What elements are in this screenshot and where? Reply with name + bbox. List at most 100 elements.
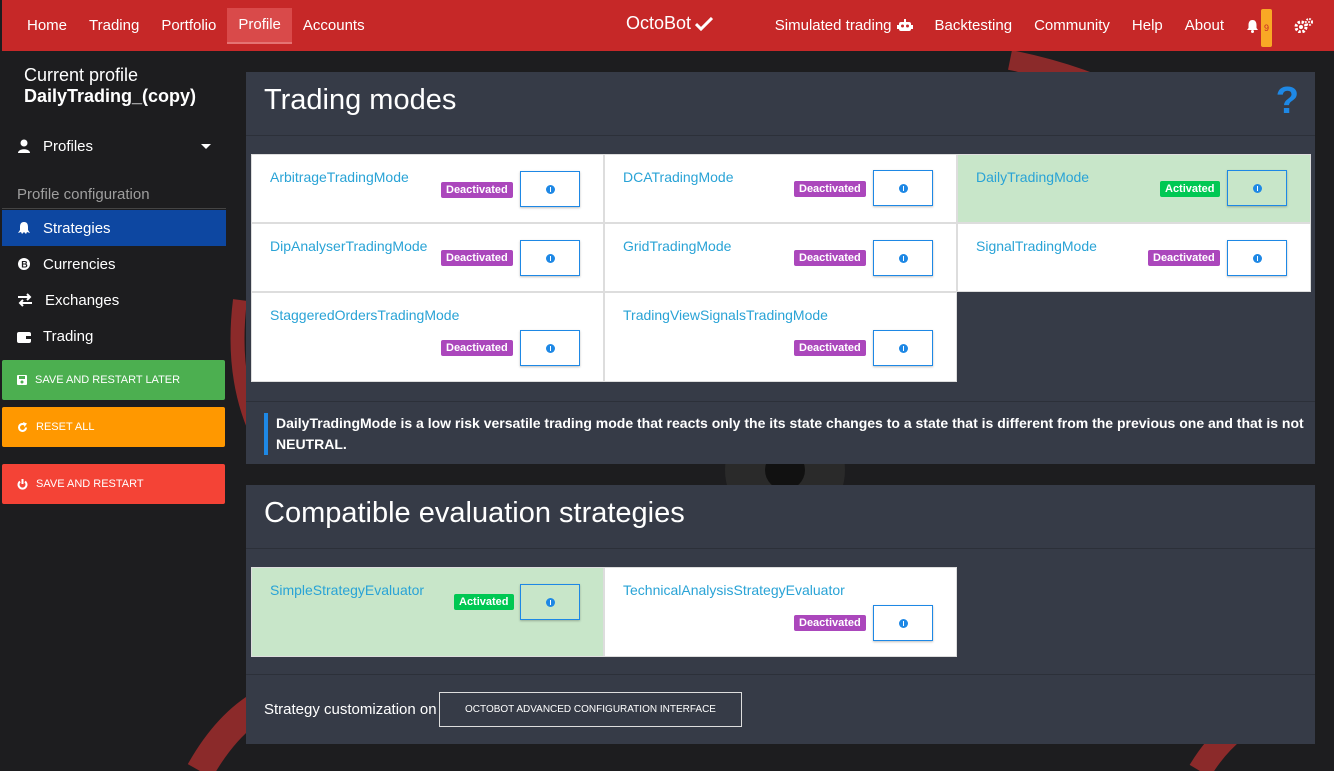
info-button[interactable] xyxy=(520,240,580,276)
sidebar-item-label: Currencies xyxy=(43,255,116,273)
tile-dca-trading-mode[interactable]: DCATradingMode Deactivated xyxy=(604,154,957,223)
tile-simple-strategy-evaluator[interactable]: SimpleStrategyEvaluator Activated xyxy=(251,567,604,657)
info-button[interactable] xyxy=(520,330,580,366)
trading-mode-description: DailyTradingMode is a low risk versatile… xyxy=(246,401,1315,464)
top-navbar: Home Trading Portfolio Profile Accounts … xyxy=(2,0,1334,51)
tile-grid-trading-mode[interactable]: GridTradingMode Deactivated xyxy=(604,223,957,292)
nav-accounts[interactable]: Accounts xyxy=(292,8,376,44)
nav-home[interactable]: Home xyxy=(16,8,78,44)
info-icon xyxy=(899,254,908,263)
reset-all-button[interactable]: RESET ALL xyxy=(2,407,225,447)
info-icon xyxy=(546,344,555,353)
strategy-name-link[interactable]: TechnicalAnalysisStrategyEvaluator xyxy=(623,582,845,598)
octopus-icon xyxy=(18,222,30,234)
save-and-restart-later-button[interactable]: SAVE AND RESTART LATER xyxy=(2,360,225,400)
profiles-dropdown[interactable]: Profiles xyxy=(2,128,226,164)
description-text: DailyTradingMode is a low risk versatile… xyxy=(276,415,1304,452)
sidebar-item-strategies[interactable]: Strategies xyxy=(2,210,226,246)
exchange-arrows-icon xyxy=(18,293,32,307)
info-icon xyxy=(899,344,908,353)
nav-backtesting[interactable]: Backtesting xyxy=(924,8,1024,44)
save-restart-label: SAVE AND RESTART xyxy=(36,478,144,490)
nav-help[interactable]: Help xyxy=(1121,8,1174,44)
mode-name-link[interactable]: DipAnalyserTradingMode xyxy=(270,238,427,254)
strategy-customization-row: Strategy customization on OCTOBOT ADVANC… xyxy=(246,674,1315,744)
sidebar-item-exchanges[interactable]: Exchanges xyxy=(2,282,226,318)
info-button[interactable] xyxy=(873,605,933,641)
floppy-icon xyxy=(17,375,27,385)
notification-count-badge: 9 xyxy=(1260,8,1272,47)
tile-arbitrage-trading-mode[interactable]: ArbitrageTradingMode Deactivated xyxy=(251,154,604,223)
current-profile: Current profile DailyTrading_(copy) xyxy=(2,51,226,107)
nav-portfolio[interactable]: Portfolio xyxy=(150,8,227,44)
profile-configuration-header: Profile configuration xyxy=(2,164,226,209)
mode-name-link[interactable]: DCATradingMode xyxy=(623,169,734,185)
customization-label: Strategy customization on xyxy=(264,701,437,718)
sidebar-item-label: Exchanges xyxy=(45,291,120,309)
check-icon xyxy=(695,16,714,31)
mode-name-link[interactable]: ArbitrageTradingMode xyxy=(270,169,409,185)
help-icon[interactable]: ? xyxy=(1276,80,1299,123)
svg-text:B: B xyxy=(21,260,28,270)
description-accent-bar xyxy=(264,413,268,455)
refresh-icon xyxy=(18,421,27,432)
nav-profile[interactable]: Profile xyxy=(227,7,292,44)
sidebar-item-currencies[interactable]: B Currencies xyxy=(2,246,226,282)
mode-name-link[interactable]: StaggeredOrdersTradingMode xyxy=(270,307,459,323)
sidebar-item-label: Trading xyxy=(43,327,94,345)
current-profile-label: Current profile xyxy=(24,65,139,85)
tile-dip-analyser-trading-mode[interactable]: DipAnalyserTradingMode Deactivated xyxy=(251,223,604,292)
nav-simulated-trading[interactable]: Simulated trading xyxy=(764,8,924,44)
sidebar-item-label: Strategies xyxy=(43,219,111,237)
info-button[interactable] xyxy=(1227,240,1287,276)
reset-label: RESET ALL xyxy=(36,421,95,433)
tile-daily-trading-mode[interactable]: DailyTradingMode Activated xyxy=(957,154,1311,223)
mode-name-link[interactable]: TradingViewSignalsTradingMode xyxy=(623,307,828,323)
nav-community[interactable]: Community xyxy=(1023,8,1121,44)
brand-name: OctoBot xyxy=(626,13,692,33)
mode-name-link[interactable]: SignalTradingMode xyxy=(976,238,1097,254)
info-icon xyxy=(546,185,555,194)
info-button[interactable] xyxy=(873,330,933,366)
tile-signal-trading-mode[interactable]: SignalTradingMode Deactivated xyxy=(957,223,1311,292)
advanced-configuration-button[interactable]: OCTOBOT ADVANCED CONFIGURATION INTERFACE xyxy=(439,692,742,727)
chevron-down-icon xyxy=(201,144,211,149)
strategies-card: Compatible evaluation strategies SimpleS… xyxy=(246,485,1315,744)
trading-modes-card: Trading modes ? ArbitrageTradingMode Dea… xyxy=(246,72,1315,464)
nav-notifications[interactable]: 9 xyxy=(1235,8,1283,47)
save-later-label: SAVE AND RESTART LATER xyxy=(35,374,181,386)
info-icon xyxy=(546,254,555,263)
brand[interactable]: OctoBot xyxy=(626,13,714,34)
info-icon xyxy=(899,619,908,628)
info-icon xyxy=(899,184,908,193)
status-badge: Activated xyxy=(454,594,514,610)
info-button[interactable] xyxy=(520,584,580,620)
strategy-name-link[interactable]: SimpleStrategyEvaluator xyxy=(270,582,424,598)
sidebar: Current profile DailyTrading_(copy) Prof… xyxy=(2,51,226,771)
nav-settings[interactable] xyxy=(1283,8,1324,44)
status-badge: Deactivated xyxy=(441,340,513,356)
status-badge: Deactivated xyxy=(794,181,866,197)
info-icon xyxy=(546,598,555,607)
mode-name-link[interactable]: DailyTradingMode xyxy=(976,169,1089,185)
info-button[interactable] xyxy=(1227,170,1287,206)
mode-name-link[interactable]: GridTradingMode xyxy=(623,238,731,254)
tile-staggered-orders-trading-mode[interactable]: StaggeredOrdersTradingMode Deactivated xyxy=(251,292,604,382)
profiles-label: Profiles xyxy=(43,137,94,155)
tile-technical-analysis-strategy-evaluator[interactable]: TechnicalAnalysisStrategyEvaluator Deact… xyxy=(604,567,957,657)
user-icon xyxy=(18,139,30,153)
info-button[interactable] xyxy=(873,170,933,206)
current-profile-name: DailyTrading_(copy) xyxy=(24,86,197,106)
info-button[interactable] xyxy=(520,171,580,207)
info-button[interactable] xyxy=(873,240,933,276)
nav-about[interactable]: About xyxy=(1174,8,1235,44)
trading-modes-title: Trading modes xyxy=(264,84,457,116)
info-icon xyxy=(1253,184,1262,193)
tile-tradingview-signals-trading-mode[interactable]: TradingViewSignalsTradingMode Deactivate… xyxy=(604,292,957,382)
gears-icon xyxy=(1294,18,1313,33)
nav-trading[interactable]: Trading xyxy=(78,8,150,44)
bitcoin-icon: B xyxy=(18,258,30,270)
sidebar-item-trading[interactable]: Trading xyxy=(2,318,226,354)
status-badge: Deactivated xyxy=(441,182,513,198)
save-and-restart-button[interactable]: SAVE AND RESTART xyxy=(2,464,225,504)
